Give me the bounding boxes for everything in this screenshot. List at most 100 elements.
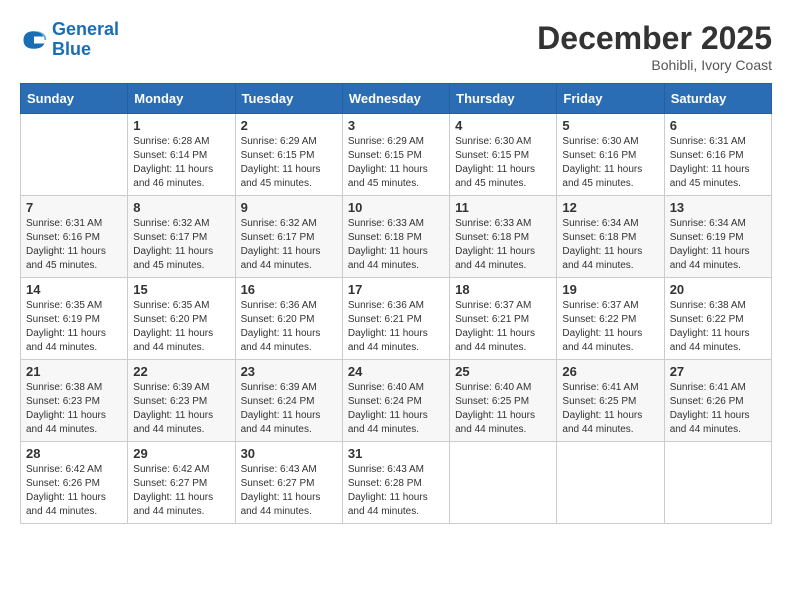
- calendar-week-row: 28Sunrise: 6:42 AM Sunset: 6:26 PM Dayli…: [21, 442, 772, 524]
- page-header: General Blue December 2025 Bohibli, Ivor…: [20, 20, 772, 73]
- calendar-cell: [21, 114, 128, 196]
- calendar-header-row: SundayMondayTuesdayWednesdayThursdayFrid…: [21, 84, 772, 114]
- calendar-cell: 28Sunrise: 6:42 AM Sunset: 6:26 PM Dayli…: [21, 442, 128, 524]
- day-number: 10: [348, 200, 444, 215]
- calendar-cell: 22 Sunrise: 6:39 AM Sunset: 6:23 PM Dayli…: [128, 360, 235, 442]
- day-info: Sunrise: 6:30 AM Sunset: 6:16 PM Dayligh…: [562, 135, 658, 191]
- day-number: 19: [562, 282, 658, 297]
- calendar-cell: 5Sunrise: 6:30 AM Sunset: 6:16 PM Daylig…: [557, 114, 664, 196]
- day-info: Sunrise: 6:42 AM Sunset: 6:26 PM Dayligh…: [26, 463, 122, 519]
- day-header-thursday: Thursday: [450, 84, 557, 114]
- calendar-cell: 6 Sunrise: 6:31 AM Sunset: 6:16 PM Daylig…: [664, 114, 771, 196]
- day-number: 27: [670, 364, 766, 379]
- day-number: 22: [133, 364, 229, 379]
- day-number: 16: [241, 282, 337, 297]
- calendar-cell: 9 Sunrise: 6:32 AM Sunset: 6:17 PM Daylig…: [235, 196, 342, 278]
- calendar-cell: 19Sunrise: 6:37 AM Sunset: 6:22 PM Dayli…: [557, 278, 664, 360]
- day-number: 9: [241, 200, 337, 215]
- calendar-cell: 12Sunrise: 6:34 AM Sunset: 6:18 PM Dayli…: [557, 196, 664, 278]
- day-info: Sunrise: 6:35 AM Sunset: 6:20 PM Dayligh…: [133, 299, 229, 355]
- day-header-saturday: Saturday: [664, 84, 771, 114]
- day-number: 2: [241, 118, 337, 133]
- calendar-cell: 29 Sunrise: 6:42 AM Sunset: 6:27 PM Dayli…: [128, 442, 235, 524]
- day-number: 18: [455, 282, 551, 297]
- day-header-sunday: Sunday: [21, 84, 128, 114]
- day-number: 29: [133, 446, 229, 461]
- calendar-cell: 20 Sunrise: 6:38 AM Sunset: 6:22 PM Dayli…: [664, 278, 771, 360]
- day-number: 8: [133, 200, 229, 215]
- day-number: 23: [241, 364, 337, 379]
- title-block: December 2025 Bohibli, Ivory Coast: [537, 20, 772, 73]
- day-number: 7: [26, 200, 122, 215]
- calendar-cell: [664, 442, 771, 524]
- calendar-table: SundayMondayTuesdayWednesdayThursdayFrid…: [20, 83, 772, 524]
- calendar-cell: 21Sunrise: 6:38 AM Sunset: 6:23 PM Dayli…: [21, 360, 128, 442]
- day-info: Sunrise: 6:41 AM Sunset: 6:26 PM Dayligh…: [670, 381, 766, 437]
- day-number: 3: [348, 118, 444, 133]
- day-info: Sunrise: 6:32 AM Sunset: 6:17 PM Dayligh…: [133, 217, 229, 273]
- logo: General Blue: [20, 20, 119, 60]
- day-info: Sunrise: 6:36 AM Sunset: 6:20 PM Dayligh…: [241, 299, 337, 355]
- calendar-cell: 4 Sunrise: 6:30 AM Sunset: 6:15 PM Daylig…: [450, 114, 557, 196]
- calendar-week-row: 14Sunrise: 6:35 AM Sunset: 6:19 PM Dayli…: [21, 278, 772, 360]
- logo-text: General Blue: [52, 20, 119, 60]
- day-header-monday: Monday: [128, 84, 235, 114]
- day-info: Sunrise: 6:39 AM Sunset: 6:23 PM Dayligh…: [133, 381, 229, 437]
- day-info: Sunrise: 6:38 AM Sunset: 6:22 PM Dayligh…: [670, 299, 766, 355]
- day-info: Sunrise: 6:28 AM Sunset: 6:14 PM Dayligh…: [133, 135, 229, 191]
- day-info: Sunrise: 6:29 AM Sunset: 6:15 PM Dayligh…: [348, 135, 444, 191]
- day-info: Sunrise: 6:43 AM Sunset: 6:28 PM Dayligh…: [348, 463, 444, 519]
- day-info: Sunrise: 6:31 AM Sunset: 6:16 PM Dayligh…: [670, 135, 766, 191]
- calendar-cell: [450, 442, 557, 524]
- calendar-cell: 24Sunrise: 6:40 AM Sunset: 6:24 PM Dayli…: [342, 360, 449, 442]
- calendar-cell: 2 Sunrise: 6:29 AM Sunset: 6:15 PM Daylig…: [235, 114, 342, 196]
- day-info: Sunrise: 6:39 AM Sunset: 6:24 PM Dayligh…: [241, 381, 337, 437]
- day-header-friday: Friday: [557, 84, 664, 114]
- day-info: Sunrise: 6:43 AM Sunset: 6:27 PM Dayligh…: [241, 463, 337, 519]
- day-number: 15: [133, 282, 229, 297]
- day-header-tuesday: Tuesday: [235, 84, 342, 114]
- calendar-cell: 1 Sunrise: 6:28 AM Sunset: 6:14 PM Daylig…: [128, 114, 235, 196]
- month-title: December 2025: [537, 20, 772, 57]
- logo-icon: [20, 26, 48, 54]
- calendar-cell: 17 Sunrise: 6:36 AM Sunset: 6:21 PM Dayli…: [342, 278, 449, 360]
- calendar-cell: 3 Sunrise: 6:29 AM Sunset: 6:15 PM Daylig…: [342, 114, 449, 196]
- day-info: Sunrise: 6:40 AM Sunset: 6:24 PM Dayligh…: [348, 381, 444, 437]
- day-info: Sunrise: 6:30 AM Sunset: 6:15 PM Dayligh…: [455, 135, 551, 191]
- day-info: Sunrise: 6:33 AM Sunset: 6:18 PM Dayligh…: [455, 217, 551, 273]
- day-number: 25: [455, 364, 551, 379]
- calendar-cell: [557, 442, 664, 524]
- calendar-cell: 7 Sunrise: 6:31 AM Sunset: 6:16 PM Daylig…: [21, 196, 128, 278]
- calendar-week-row: 21Sunrise: 6:38 AM Sunset: 6:23 PM Dayli…: [21, 360, 772, 442]
- calendar-week-row: 1 Sunrise: 6:28 AM Sunset: 6:14 PM Daylig…: [21, 114, 772, 196]
- calendar-cell: 16 Sunrise: 6:36 AM Sunset: 6:20 PM Dayli…: [235, 278, 342, 360]
- day-number: 17: [348, 282, 444, 297]
- day-info: Sunrise: 6:37 AM Sunset: 6:21 PM Dayligh…: [455, 299, 551, 355]
- day-number: 6: [670, 118, 766, 133]
- day-info: Sunrise: 6:41 AM Sunset: 6:25 PM Dayligh…: [562, 381, 658, 437]
- calendar-cell: 14Sunrise: 6:35 AM Sunset: 6:19 PM Dayli…: [21, 278, 128, 360]
- calendar-cell: 25 Sunrise: 6:40 AM Sunset: 6:25 PM Dayli…: [450, 360, 557, 442]
- location-subtitle: Bohibli, Ivory Coast: [537, 57, 772, 73]
- day-info: Sunrise: 6:34 AM Sunset: 6:19 PM Dayligh…: [670, 217, 766, 273]
- day-number: 20: [670, 282, 766, 297]
- calendar-cell: 13 Sunrise: 6:34 AM Sunset: 6:19 PM Dayli…: [664, 196, 771, 278]
- day-info: Sunrise: 6:33 AM Sunset: 6:18 PM Dayligh…: [348, 217, 444, 273]
- calendar-cell: 30Sunrise: 6:43 AM Sunset: 6:27 PM Dayli…: [235, 442, 342, 524]
- day-number: 12: [562, 200, 658, 215]
- calendar-week-row: 7 Sunrise: 6:31 AM Sunset: 6:16 PM Daylig…: [21, 196, 772, 278]
- day-info: Sunrise: 6:42 AM Sunset: 6:27 PM Dayligh…: [133, 463, 229, 519]
- day-info: Sunrise: 6:40 AM Sunset: 6:25 PM Dayligh…: [455, 381, 551, 437]
- day-number: 13: [670, 200, 766, 215]
- day-info: Sunrise: 6:29 AM Sunset: 6:15 PM Dayligh…: [241, 135, 337, 191]
- calendar-cell: 10 Sunrise: 6:33 AM Sunset: 6:18 PM Dayli…: [342, 196, 449, 278]
- day-info: Sunrise: 6:36 AM Sunset: 6:21 PM Dayligh…: [348, 299, 444, 355]
- logo-line2: Blue: [52, 39, 91, 59]
- calendar-cell: 27 Sunrise: 6:41 AM Sunset: 6:26 PM Dayli…: [664, 360, 771, 442]
- calendar-cell: 26Sunrise: 6:41 AM Sunset: 6:25 PM Dayli…: [557, 360, 664, 442]
- calendar-cell: 23 Sunrise: 6:39 AM Sunset: 6:24 PM Dayli…: [235, 360, 342, 442]
- day-info: Sunrise: 6:32 AM Sunset: 6:17 PM Dayligh…: [241, 217, 337, 273]
- day-number: 4: [455, 118, 551, 133]
- day-info: Sunrise: 6:31 AM Sunset: 6:16 PM Dayligh…: [26, 217, 122, 273]
- day-number: 1: [133, 118, 229, 133]
